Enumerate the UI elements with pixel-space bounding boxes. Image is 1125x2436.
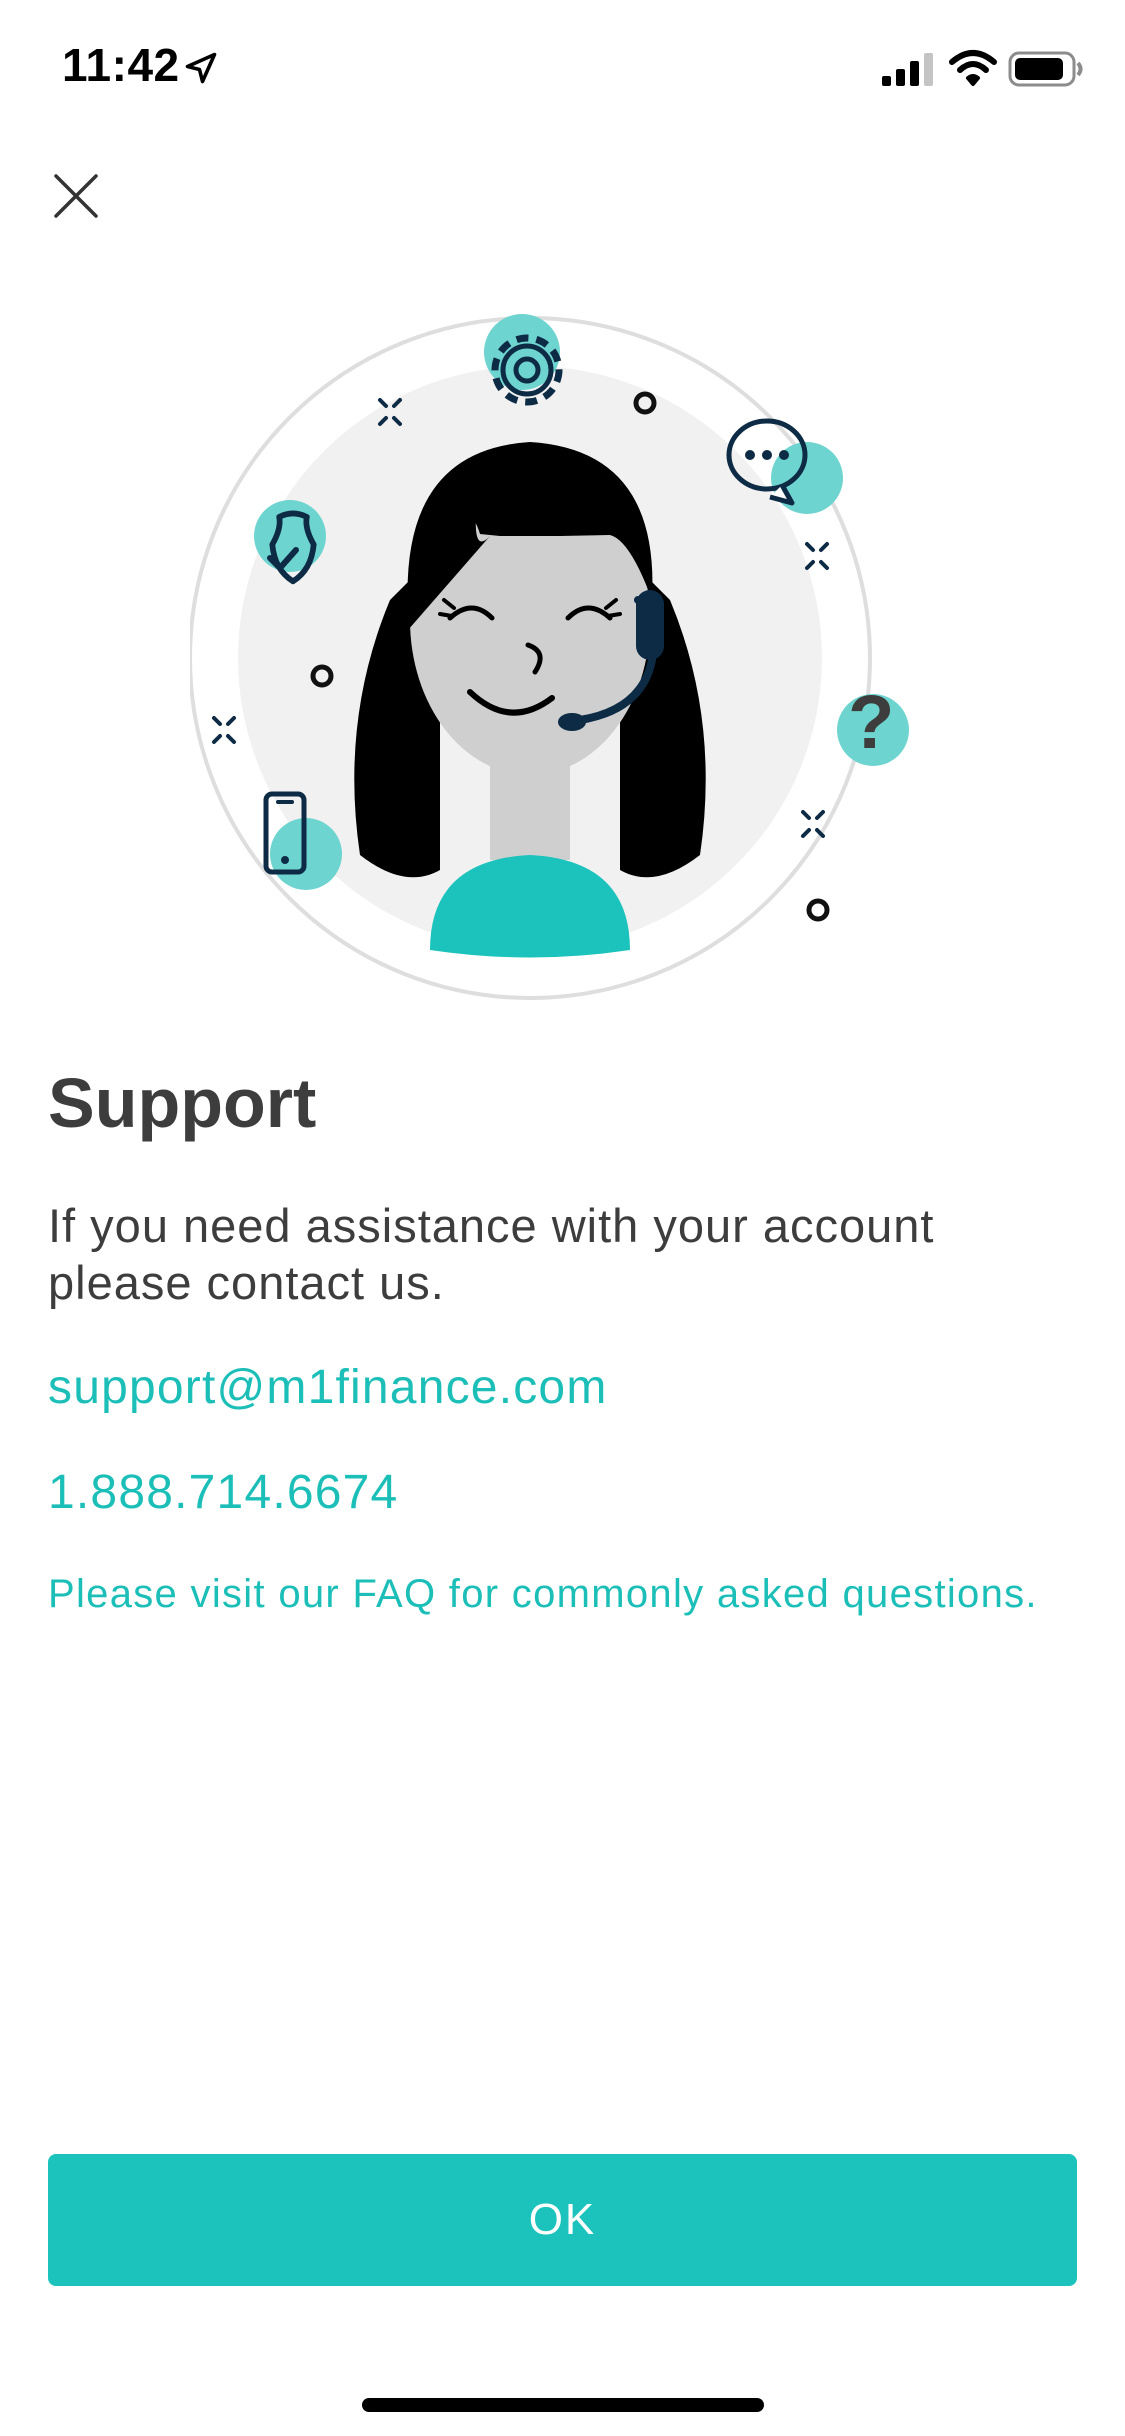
- ok-button[interactable]: OK: [48, 2154, 1077, 2286]
- close-icon: [54, 174, 98, 218]
- dot-ring: [806, 898, 830, 922]
- cellular-signal-icon: [882, 53, 933, 86]
- faq-link[interactable]: Please visit our FAQ for commonly asked …: [48, 1572, 1038, 1617]
- close-button[interactable]: [40, 160, 112, 232]
- home-indicator: [362, 2398, 764, 2412]
- status-bar: 11:42: [0, 0, 1125, 132]
- battery-icon: [1008, 51, 1083, 87]
- question-mark-icon: ?: [837, 680, 909, 766]
- sparkle-icon: [212, 716, 236, 744]
- sparkle-icon: [805, 542, 829, 570]
- page-title: Support: [48, 1064, 317, 1142]
- support-illustration: ?: [190, 314, 909, 1000]
- sparkle-icon: [801, 810, 825, 838]
- status-time: 11:42: [62, 39, 180, 91]
- support-description: If you need assistance with your account…: [48, 1199, 935, 1309]
- location-arrow-icon: [185, 52, 217, 84]
- svg-text:?: ?: [848, 680, 894, 765]
- support-email-link[interactable]: support@m1finance.com: [48, 1360, 608, 1415]
- wifi-icon: [949, 50, 997, 86]
- support-phone-link[interactable]: 1.888.714.6674: [48, 1465, 398, 1520]
